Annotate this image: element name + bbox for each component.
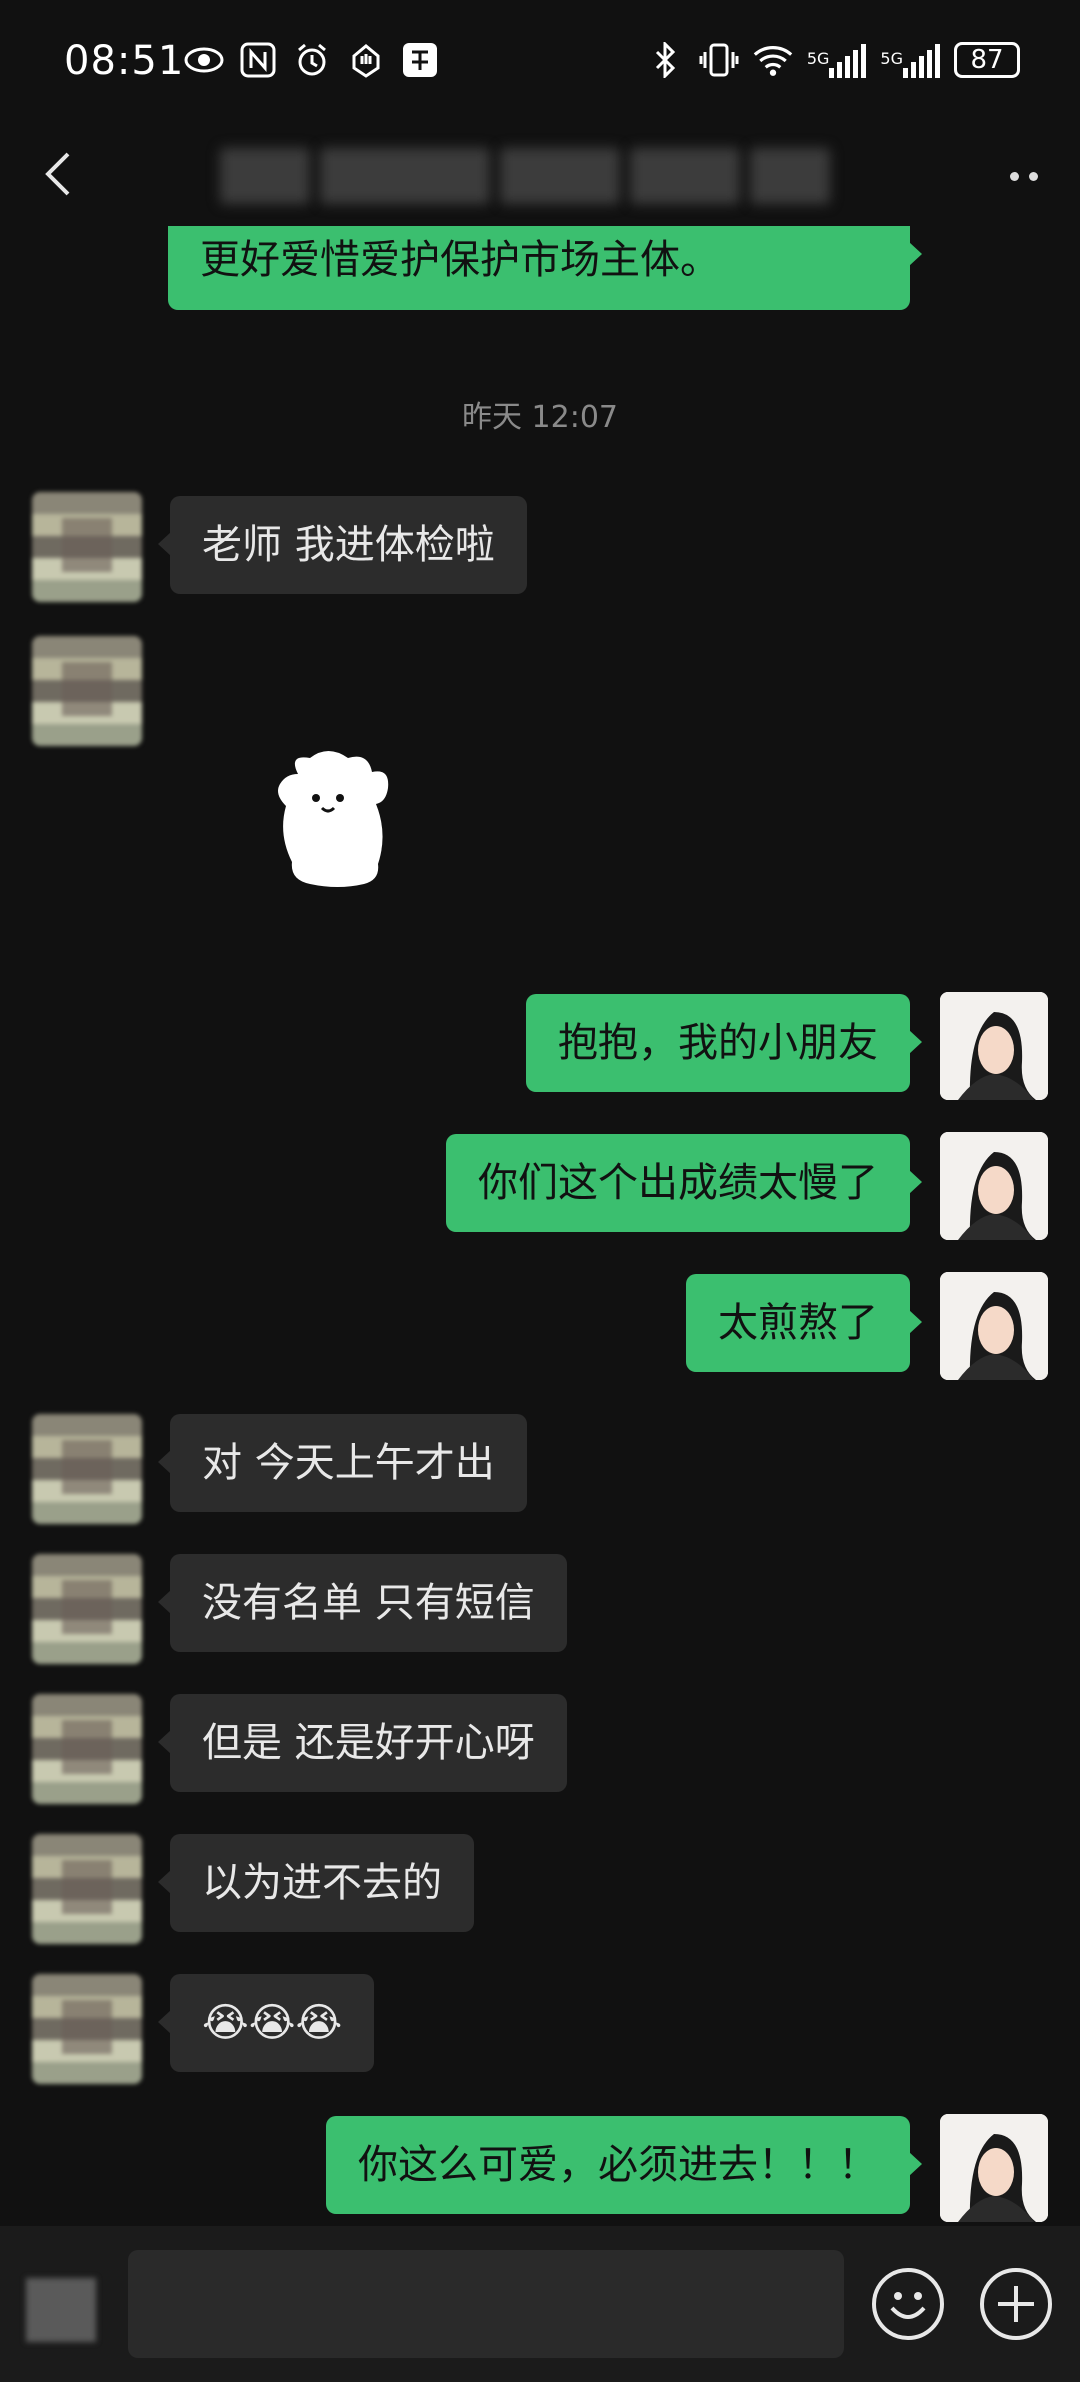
bear-sticker[interactable] bbox=[268, 744, 408, 904]
wifi-icon bbox=[753, 40, 793, 80]
message-text: 😭😭😭 bbox=[202, 2000, 343, 2046]
avatar[interactable] bbox=[940, 1132, 1048, 1240]
message-text: 太煎熬了 bbox=[718, 1300, 878, 1346]
message-bubble-incoming[interactable]: 😭😭😭 bbox=[157, 1974, 375, 2072]
message-text: 抱抱，我的小朋友 bbox=[558, 1020, 878, 1066]
message-bubble-incoming[interactable]: 对 今天上午才出 bbox=[158, 1414, 527, 1512]
more-icon bbox=[1010, 171, 1019, 181]
message-bubble-incoming[interactable]: 没有名单 只有短信 bbox=[158, 1554, 567, 1652]
bluetooth-icon bbox=[645, 40, 685, 80]
message-bubble-outgoing[interactable]: 抱抱，我的小朋友 bbox=[526, 994, 922, 1092]
message-text: 你们这个出成绩太慢了 bbox=[478, 1160, 878, 1206]
emoji-icon bbox=[890, 2292, 926, 2319]
message-timestamp: 昨天 12:07 bbox=[462, 400, 618, 435]
signal-5g-icon: 5G bbox=[807, 42, 867, 78]
message-input[interactable] bbox=[128, 2250, 844, 2358]
more-icon-dot bbox=[1029, 171, 1038, 181]
avatar[interactable] bbox=[32, 1414, 142, 1524]
message-text: 没有名单 只有短信 bbox=[202, 1580, 535, 1626]
avatar[interactable] bbox=[940, 992, 1048, 1100]
message-text: 但是 还是好开心呀 bbox=[202, 1720, 535, 1766]
message-text: 更好爱惜爱护保护市场主体。 bbox=[200, 237, 720, 283]
message-text: 你这么可爱，必须进去！！！ bbox=[358, 2142, 878, 2188]
nfc-icon bbox=[238, 40, 278, 80]
chevron-left-icon bbox=[45, 152, 70, 196]
vibrate-icon bbox=[699, 40, 739, 80]
message-bubble-incoming[interactable]: 老师 我进体检啦 bbox=[158, 496, 527, 594]
message-text: 老师 我进体检啦 bbox=[202, 522, 495, 568]
emoji-button[interactable] bbox=[872, 2268, 944, 2340]
message-bubble-outgoing[interactable]: 更好爱惜爱护保护市场主体。 bbox=[168, 226, 922, 310]
avatar[interactable] bbox=[32, 1834, 142, 1944]
status-right-icons: 5G 5G 87 bbox=[645, 40, 1020, 80]
status-bar: 08:51 5G 5G 87 bbox=[0, 0, 1080, 126]
avatar[interactable] bbox=[32, 1974, 142, 2084]
status-time: 08:51 bbox=[64, 38, 185, 84]
battery-indicator: 87 bbox=[954, 42, 1020, 78]
message-text: 对 今天上午才出 bbox=[202, 1440, 495, 1486]
more-button[interactable] bbox=[994, 156, 1054, 196]
input-bar bbox=[0, 2226, 1080, 2382]
avatar[interactable] bbox=[32, 1694, 142, 1804]
avatar[interactable] bbox=[32, 1554, 142, 1664]
alarm-icon bbox=[292, 40, 332, 80]
chat-title bbox=[220, 148, 830, 204]
eye-icon bbox=[184, 40, 224, 80]
chat-messages: 更好爱惜爱护保护市场主体。 昨天 12:07 老师 我进体检啦 抱抱，我的小朋友… bbox=[0, 226, 1080, 2226]
signal-5g-icon: 5G bbox=[880, 42, 940, 78]
chat-header bbox=[0, 126, 1080, 226]
avatar[interactable] bbox=[32, 492, 142, 602]
plus-icon bbox=[998, 2286, 1034, 2322]
message-bubble-incoming[interactable]: 以为进不去的 bbox=[158, 1834, 474, 1932]
message-bubble-outgoing[interactable]: 你们这个出成绩太慢了 bbox=[446, 1134, 922, 1232]
message-bubble-outgoing[interactable]: 你这么可爱，必须进去！！！ bbox=[326, 2116, 922, 2214]
plus-button[interactable] bbox=[980, 2268, 1052, 2340]
avatar[interactable] bbox=[32, 636, 142, 746]
voice-button[interactable] bbox=[16, 2268, 112, 2352]
hand-icon bbox=[346, 40, 386, 80]
voice-icon bbox=[26, 2278, 96, 2342]
battery-level: 87 bbox=[970, 45, 1004, 75]
message-bubble-outgoing[interactable]: 太煎熬了 bbox=[686, 1274, 922, 1372]
status-left-icons bbox=[184, 40, 440, 80]
app-icon bbox=[400, 40, 440, 80]
message-bubble-incoming[interactable]: 但是 还是好开心呀 bbox=[158, 1694, 567, 1792]
avatar[interactable] bbox=[940, 1272, 1048, 1380]
message-text: 以为进不去的 bbox=[202, 1860, 442, 1906]
back-button[interactable] bbox=[40, 144, 80, 204]
avatar[interactable] bbox=[940, 2114, 1048, 2222]
